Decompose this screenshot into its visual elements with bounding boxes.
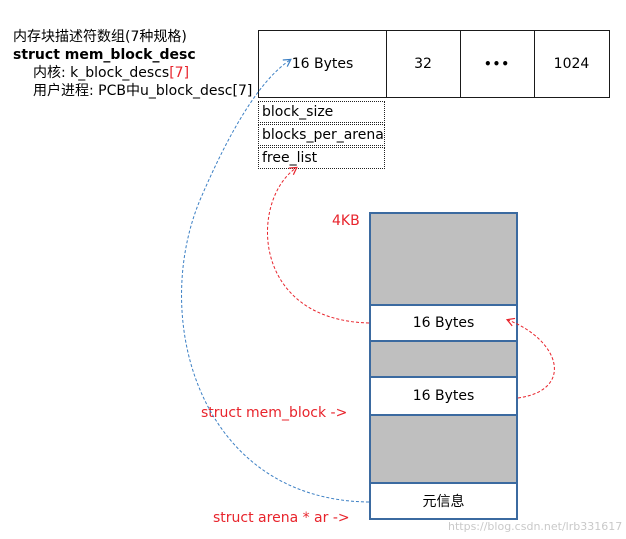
next-block-arrow [505,317,555,399]
free-list-arrow [266,166,370,324]
arrows-layer [181,58,555,503]
arena-desc-arrow [181,58,370,503]
